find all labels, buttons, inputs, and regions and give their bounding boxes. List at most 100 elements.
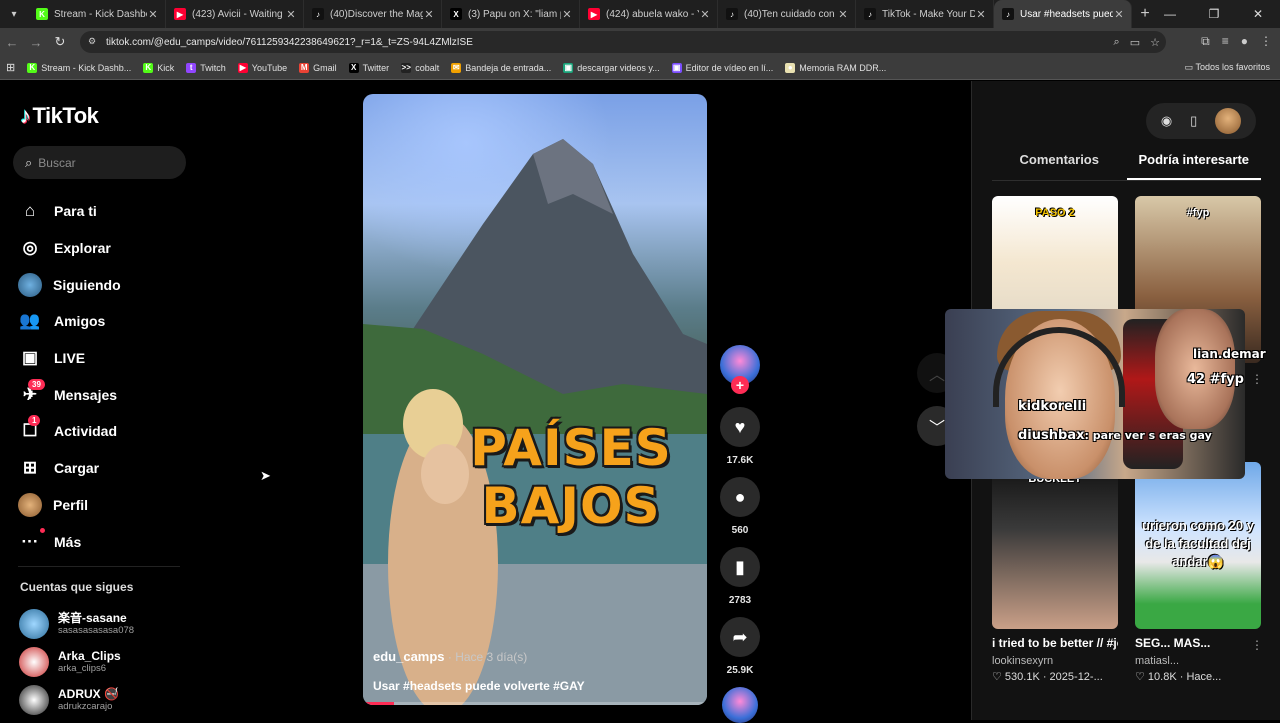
- bookmark-star-icon[interactable]: ☆: [1150, 36, 1160, 49]
- explore-icon: ◎: [22, 238, 38, 258]
- back-icon[interactable]: ←: [0, 35, 24, 50]
- all-bookmarks-button[interactable]: ▭ Todos los favoritos: [1185, 62, 1270, 73]
- video-thumbnail[interactable]: urieron como 20 y de la facultad dej and…: [1135, 462, 1261, 629]
- bookmark-item[interactable]: M Gmail: [299, 62, 337, 73]
- maximize-icon[interactable]: ❐: [1192, 0, 1236, 28]
- tab-search-icon[interactable]: ▾: [0, 0, 28, 28]
- tab-favicon-icon: ♪: [726, 8, 738, 20]
- coin-icon[interactable]: ◉: [1161, 113, 1172, 129]
- tab-close-icon[interactable]: ✕: [423, 8, 435, 21]
- bookmark-item[interactable]: ● Memoria RAM DDR...: [785, 62, 886, 73]
- following-account[interactable]: 楽音-sasane sasasasasasa078: [19, 605, 189, 643]
- tab-close-icon[interactable]: ✕: [285, 8, 297, 21]
- account-name: 楽音-sasane: [58, 611, 127, 625]
- tab-comments[interactable]: Comentarios: [992, 151, 1127, 180]
- share-button[interactable]: ➦ 25.9K: [720, 617, 760, 676]
- profile-icon[interactable]: ●: [1241, 34, 1248, 49]
- bookmark-item[interactable]: ✉ Bandeja de entrada...: [451, 62, 551, 73]
- bookmark-item[interactable]: X Twitter: [348, 62, 389, 73]
- more-options-icon[interactable]: ⋮: [1251, 372, 1263, 386]
- tab-close-icon[interactable]: ✕: [975, 8, 987, 21]
- close-window-icon[interactable]: ✕: [1236, 0, 1280, 28]
- sidebar-item-mensajes[interactable]: ✈ 39 Mensajes: [18, 376, 188, 413]
- following-account[interactable]: Arka_Clips arka_clips6: [19, 643, 189, 681]
- creator-avatar[interactable]: +: [720, 345, 760, 394]
- bookmark-item[interactable]: K Kick: [143, 62, 174, 73]
- user-avatar[interactable]: [1215, 108, 1242, 134]
- video-player[interactable]: PAÍSES BAJOS edu_camps · Hace 3 día(s) U…: [363, 94, 707, 705]
- video-progress-bar[interactable]: [363, 702, 707, 705]
- sidebar-item-para-ti[interactable]: ⌂ Para ti: [18, 193, 188, 230]
- bookmark-item[interactable]: ▶ YouTube: [237, 62, 287, 73]
- bookmark-item[interactable]: ▣ descargar videos y...: [563, 62, 660, 73]
- bookmark-item[interactable]: K Stream - Kick Dashb...: [27, 62, 131, 73]
- browser-tab[interactable]: ♪ (40)Discover the Magic of✕: [304, 0, 442, 28]
- bookmark-item[interactable]: t Twitch: [186, 62, 226, 73]
- extensions-icon[interactable]: ⧉: [1201, 34, 1210, 49]
- search-input[interactable]: ⌕ Buscar: [13, 146, 186, 179]
- bookmark-item[interactable]: >> cobalt: [401, 62, 439, 73]
- sidebar-item-live[interactable]: ▣ LIVE: [18, 340, 188, 377]
- sidebar-item-siguiendo[interactable]: Siguiendo: [18, 266, 188, 303]
- follow-plus-icon[interactable]: +: [731, 376, 749, 394]
- browser-tab[interactable]: ▶ (424) abuela wako - YouT✕: [580, 0, 718, 28]
- browser-tab[interactable]: ♪ Usar #headsets puede vo✕: [994, 0, 1132, 28]
- tab-close-icon[interactable]: ✕: [561, 8, 573, 21]
- browser-tab[interactable]: ♪ (40)Ten cuidado con las ju✕: [718, 0, 856, 28]
- zoom-icon[interactable]: ⌕: [1114, 36, 1120, 49]
- browser-tab[interactable]: X (3) Papu on X: "liam payne✕: [442, 0, 580, 28]
- logo-text: TikTok: [32, 103, 99, 128]
- media-icon[interactable]: ≡: [1222, 34, 1229, 49]
- browser-tab[interactable]: ▶ (423) Avicii - Waiting For✕: [166, 0, 304, 28]
- bookmark-favicon-icon: X: [348, 62, 359, 73]
- tab-close-icon[interactable]: ✕: [699, 8, 711, 21]
- phone-icon[interactable]: ▯: [1190, 113, 1197, 129]
- url-bar[interactable]: ⚙ tiktok.com/@edu_camps/video/7611259342…: [80, 31, 1166, 53]
- live-icon: ▣: [21, 348, 39, 368]
- more-options-icon[interactable]: ⋮: [1251, 638, 1263, 652]
- suggested-video-card[interactable]: BUCKLEY i tried to be better // #jeffbuck…: [992, 462, 1120, 683]
- sound-avatar[interactable]: [722, 687, 758, 723]
- forward-icon[interactable]: →: [24, 35, 48, 50]
- comment-count: 560: [731, 525, 749, 536]
- cast-icon[interactable]: ▭: [1130, 36, 1140, 49]
- account-text: Arka_Clips arka_clips6: [58, 649, 121, 675]
- menu-icon[interactable]: ⋮: [1260, 34, 1272, 49]
- panel-tabs: Comentarios Podría interesarte: [992, 151, 1261, 181]
- tab-title: (424) abuela wako - YouT: [606, 8, 699, 20]
- following-account[interactable]: ADRUX 🚭 adrukzcarajo: [19, 681, 189, 719]
- more-icon: ···: [18, 527, 45, 552]
- tab-close-icon[interactable]: ✕: [1113, 8, 1125, 21]
- save-button[interactable]: ▮ 2783: [720, 547, 760, 606]
- upload-icon: ⊞: [22, 458, 38, 478]
- tab-suggested[interactable]: Podría interesarte: [1126, 151, 1261, 180]
- comment-button[interactable]: ● 560: [720, 477, 760, 536]
- search-icon: ⌕: [25, 154, 33, 170]
- sidebar-item-amigos[interactable]: 👥 Amigos: [18, 303, 188, 340]
- apps-icon[interactable]: ⊞: [6, 61, 15, 74]
- bookmark-item[interactable]: ▣ Editor de vídeo en lí...: [671, 62, 773, 73]
- sidebar-item-cargar[interactable]: ⊞ Cargar: [18, 450, 188, 487]
- like-button[interactable]: ♥ 17.6K: [720, 407, 760, 466]
- heart-icon: ♥: [720, 407, 760, 447]
- sidebar-item-perfil[interactable]: Perfil: [18, 487, 188, 524]
- video-author[interactable]: edu_camps · Hace 3 día(s): [373, 649, 527, 664]
- browser-tab[interactable]: ♪ TikTok - Make Your Day✕: [856, 0, 994, 28]
- tab-close-icon[interactable]: ✕: [837, 8, 849, 21]
- tab-favicon-icon: K: [36, 8, 48, 20]
- sidebar-item-actividad[interactable]: ☐ 1 Actividad: [18, 413, 188, 450]
- sidebar-item-más[interactable]: ··· Más: [18, 523, 188, 560]
- tiktok-logo[interactable]: ♪ TikTok: [20, 103, 99, 129]
- sidebar-item-label: Perfil: [53, 496, 89, 513]
- tab-close-icon[interactable]: ✕: [147, 8, 159, 21]
- minimize-icon[interactable]: —: [1148, 0, 1192, 28]
- more-options-icon[interactable]: ⋮: [1108, 638, 1120, 652]
- browser-tab[interactable]: K Stream - Kick Dashboard✕: [28, 0, 166, 28]
- video-thumbnail[interactable]: BUCKLEY: [992, 462, 1118, 629]
- site-info-icon[interactable]: ⚙: [88, 36, 100, 48]
- reload-icon[interactable]: ↻: [48, 34, 72, 50]
- sidebar-item-explorar[interactable]: ◎ Explorar: [18, 230, 188, 267]
- overlay-line-2: BAJOS: [481, 477, 661, 535]
- friends-icon: 👥: [19, 311, 41, 331]
- suggested-video-card[interactable]: urieron como 20 y de la facultad dej and…: [1135, 462, 1263, 683]
